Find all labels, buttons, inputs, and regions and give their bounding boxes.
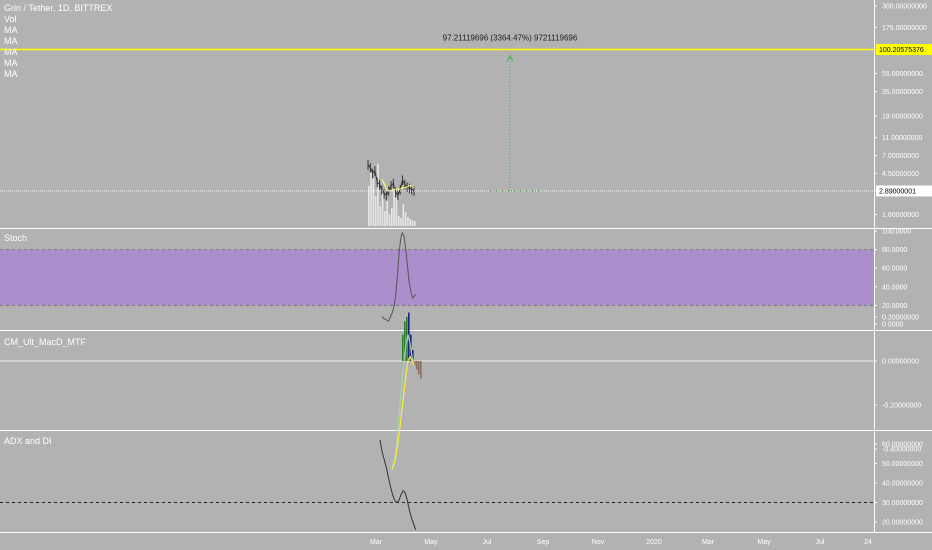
price-tick-label: 11.00000000 [882, 135, 922, 142]
time-tick-label: Mar [370, 539, 383, 546]
volume-bar [404, 212, 407, 226]
stoch-tick-label: 0.0000 [882, 322, 904, 329]
indicator-ma-5[interactable]: MA [4, 69, 112, 80]
stoch-tick-label: 80.0000 [882, 247, 907, 254]
stoch-tick-label: 60.0000 [882, 266, 907, 273]
macd-pane-label[interactable]: CM_Ult_MacD_MTF [4, 337, 86, 347]
price-tick-label: 4.50000000 [882, 171, 919, 178]
time-tick-label: Jul [816, 539, 825, 546]
macd-histogram-bar [402, 334, 404, 361]
volume-bar [395, 198, 398, 226]
adx-tick-label: 30.00000000 [882, 500, 923, 507]
volume-bar [391, 208, 393, 226]
macd-histogram-bar [420, 361, 422, 379]
macd-histogram-bar [418, 361, 420, 375]
price-tag[interactable]: 2.89000001 [876, 185, 932, 197]
volume-bar [368, 186, 370, 226]
volume-bar [414, 221, 416, 226]
adx-pane-label[interactable]: ADX and DI [4, 436, 52, 446]
adx-tick-label: 20.00000000 [882, 520, 923, 527]
price-tick-label: 55.00000000 [882, 71, 923, 78]
volume-bar [379, 206, 382, 226]
macd-histogram-bar [416, 361, 418, 370]
stoch-pane-label[interactable]: Stoch [4, 233, 27, 243]
time-tick-label: 2020 [646, 539, 662, 546]
adx-tick-label: 50.00000000 [882, 461, 923, 468]
symbol-title: Grin / Tether, 1D, BITTREX [4, 3, 113, 13]
volume-bar [384, 211, 386, 226]
price-tick-label: 175.00000000 [882, 25, 927, 32]
stoch-tick-label: 40.0000 [882, 284, 907, 291]
volume-bar [374, 196, 377, 226]
price-tick-label: 300.00000000 [882, 3, 927, 10]
volume-bar [409, 219, 411, 226]
price-tag-label: 2.89000001 [879, 188, 916, 195]
projection-annotation: 97.21119696 (3364.47%) 9721119696 [443, 34, 578, 43]
volume-bar [393, 186, 395, 226]
time-tick-label: May [424, 539, 438, 546]
indicator-vol[interactable]: Vol [4, 14, 112, 25]
volume-bar [397, 216, 400, 226]
macd-tick-label: 0.20000000 [882, 315, 919, 322]
volume-bar [381, 191, 384, 226]
stoch-tick-label: 20.0000 [882, 303, 907, 310]
stoch-tick-label: 100.0000 [882, 229, 911, 236]
volume-bar [400, 218, 402, 226]
adx-tick-label: 40.00000000 [882, 480, 923, 487]
chart-canvas[interactable]: 300.00000000 175.00000000 55.00000000 35.00… [0, 0, 932, 550]
stoch-band [0, 249, 874, 306]
time-tick-label: Jul [483, 539, 492, 546]
time-tick-label: Nov [592, 539, 605, 546]
time-tick-label: Sep [537, 539, 550, 546]
indicator-ma-4[interactable]: MA [4, 58, 112, 69]
time-tick-label: Mar [702, 539, 715, 546]
volume-bar [386, 201, 388, 226]
chart-legend: Grin / Tether, 1D, BITTREX Vol MA MA MA … [4, 3, 112, 80]
adx-tick-label: 60.00000000 [882, 441, 923, 448]
price-tick-label: 19.00000000 [882, 113, 923, 120]
volume-bar [388, 214, 391, 226]
volume-bar [407, 217, 409, 226]
volume-bar [402, 204, 405, 226]
macd-tick-label: -0.20000000 [882, 403, 921, 410]
volume-bar [372, 178, 375, 226]
indicator-ma-2[interactable]: MA [4, 36, 112, 47]
time-tick-label: May [757, 539, 771, 546]
indicator-ma-3[interactable]: MA [4, 47, 112, 58]
macd-tick-label: 0.00000000 [882, 359, 919, 366]
time-tick-label: 24 [864, 539, 872, 546]
volume-bar [411, 220, 414, 226]
volume-bar [377, 164, 379, 226]
price-tick-label: 7.00000000 [882, 153, 919, 160]
price-tag-label: 100.20575376 [879, 47, 924, 54]
price-tick-label: 1.60000000 [882, 212, 919, 219]
price-tick-label: 35.00000000 [882, 89, 923, 96]
indicator-ma-1[interactable]: MA [4, 25, 112, 36]
volume-bar [370, 171, 372, 226]
price-tag[interactable]: 100.20575376 [876, 44, 932, 56]
